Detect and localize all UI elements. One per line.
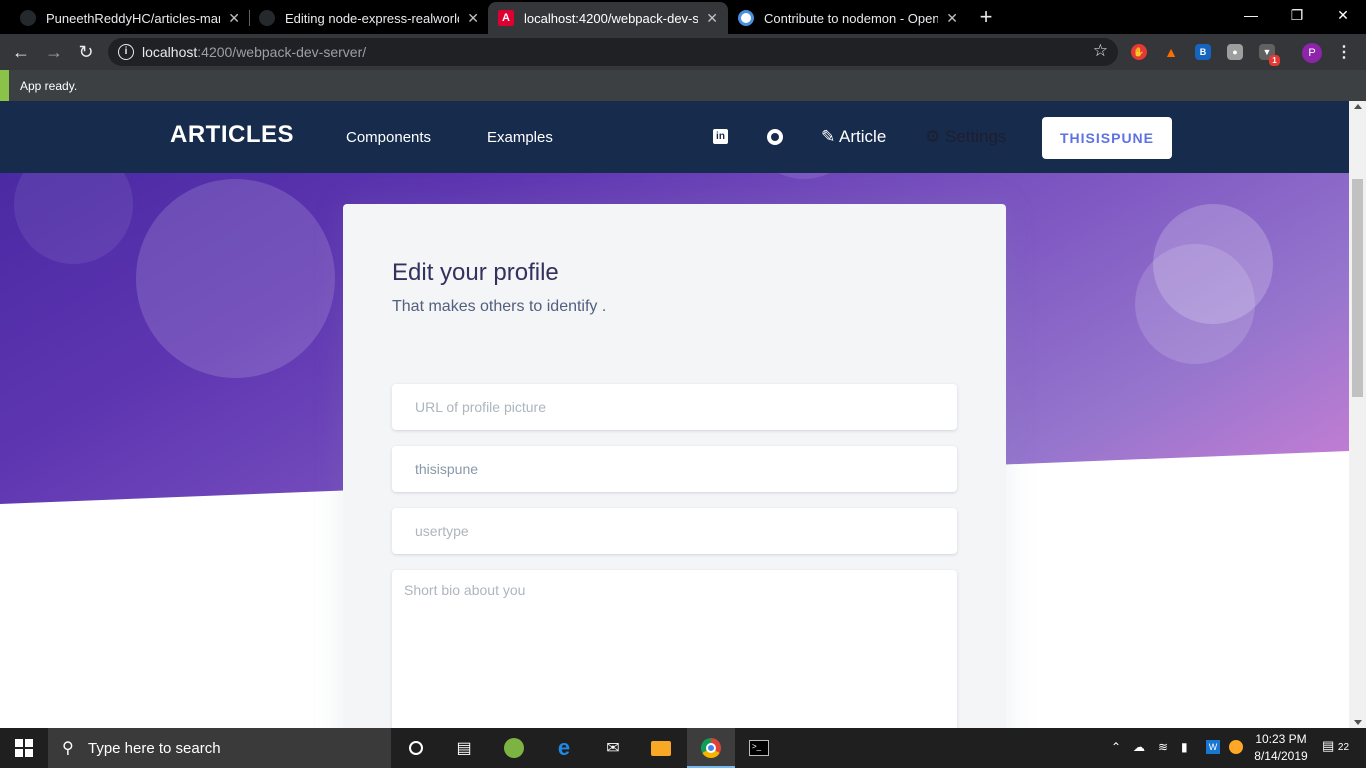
info-icon[interactable]: i: [118, 44, 134, 60]
cloud-extension-icon[interactable]: ▲: [1163, 44, 1179, 60]
browser-tab[interactable]: PuneethReddyHC/articles-manag ✕: [10, 2, 250, 34]
chrome-menu-icon[interactable]: ⋮: [1336, 42, 1352, 62]
edit-icon: ✎: [821, 127, 836, 146]
decor-circle: [1135, 244, 1255, 364]
tab-title: Contribute to nodemon - Open C: [764, 10, 939, 26]
clock-date: 8/14/2019: [1254, 749, 1308, 763]
restore-button[interactable]: ❐: [1274, 0, 1320, 30]
github-icon[interactable]: [767, 129, 783, 145]
new-tab-button[interactable]: +: [974, 6, 998, 30]
tab-title: localhost:4200/webpack-dev-serv: [524, 10, 699, 26]
infobar-accent: [0, 70, 9, 101]
window-close-button[interactable]: ✕: [1320, 0, 1366, 30]
windows-taskbar: ⚲ Type here to search ▤ e ✉ >_ ⌃ ☁ ≋ ▮ W…: [0, 728, 1366, 768]
notification-count: 22: [1337, 742, 1350, 753]
battery-icon[interactable]: ▮: [1181, 740, 1188, 754]
notification-center-button[interactable]: ▤ 22: [1322, 738, 1349, 754]
site-navbar: ARTICLES Components Examples in ✎ Articl…: [0, 101, 1349, 173]
nav-link-examples[interactable]: Examples: [487, 129, 553, 146]
infobar: App ready.: [0, 70, 1366, 101]
nav-settings-label: Settings: [944, 127, 1007, 146]
gear-icon: ⚙: [925, 127, 941, 146]
close-icon[interactable]: ✕: [946, 10, 958, 27]
tab-title: PuneethReddyHC/articles-manag: [46, 10, 220, 26]
address-bar[interactable]: i localhost:4200/webpack-dev-server/ ☆: [108, 38, 1118, 66]
forward-button[interactable]: →: [42, 40, 66, 64]
decor-circle: [136, 179, 335, 378]
extension-icon[interactable]: B: [1195, 44, 1211, 60]
clock-time: 10:23 PM: [1255, 732, 1307, 746]
scrollbar-thumb[interactable]: [1352, 179, 1363, 397]
edit-profile-card: Edit your profile That makes others to i…: [343, 204, 1006, 728]
nav-link-components[interactable]: Components: [346, 129, 431, 146]
page-viewport: ARTICLES Components Examples in ✎ Articl…: [0, 101, 1349, 728]
browser-tab[interactable]: Contribute to nodemon - Open C ✕: [728, 2, 968, 34]
usertype-input[interactable]: [392, 508, 957, 554]
page-scrollbar[interactable]: [1349, 101, 1366, 728]
tab-title: Editing node-express-realworld-e: [285, 10, 460, 26]
cortana-icon[interactable]: [402, 734, 430, 762]
taskbar-clock[interactable]: 10:23 PM 8/14/2019: [1246, 731, 1316, 765]
weather-icon[interactable]: [1229, 740, 1243, 754]
nav-settings-link[interactable]: ⚙ Settings: [925, 127, 1006, 147]
back-button[interactable]: ←: [9, 40, 33, 64]
github-icon: [20, 10, 36, 26]
bio-textarea[interactable]: [392, 570, 957, 728]
username-input[interactable]: [392, 446, 957, 492]
browser-tab-strip: PuneethReddyHC/articles-manag ✕ Editing …: [0, 0, 1366, 34]
show-hidden-icons-icon[interactable]: ⌃: [1111, 740, 1121, 754]
wifi-icon[interactable]: ≋: [1158, 740, 1168, 754]
adblock-extension-icon[interactable]: ✋: [1131, 44, 1147, 60]
edge-icon[interactable]: e: [550, 734, 578, 762]
bookmark-star-icon[interactable]: ☆: [1093, 41, 1108, 61]
chrome-icon[interactable]: [697, 734, 725, 762]
user-profile-button[interactable]: THISISPUNE: [1042, 117, 1172, 159]
extension-badge: 1: [1269, 55, 1280, 66]
bulb-extension-icon[interactable]: ●: [1227, 44, 1243, 60]
url-text: localhost:4200/webpack-dev-server/: [142, 44, 367, 60]
close-icon[interactable]: ✕: [228, 10, 240, 27]
taskbar-search-placeholder: Type here to search: [88, 740, 221, 757]
profile-avatar[interactable]: P: [1302, 43, 1322, 63]
nav-article-label: Article: [839, 127, 887, 146]
task-view-icon[interactable]: ▤: [450, 734, 478, 762]
linkedin-icon[interactable]: in: [713, 129, 728, 144]
mail-icon[interactable]: ✉: [599, 734, 627, 762]
infobar-message: App ready.: [20, 79, 78, 93]
minimize-button[interactable]: —: [1228, 0, 1274, 30]
page-subtitle: That makes others to identify .: [392, 298, 607, 315]
page-title: Edit your profile: [392, 259, 559, 286]
brand-logo[interactable]: ARTICLES: [170, 121, 294, 149]
close-icon[interactable]: ✕: [467, 10, 479, 27]
profile-picture-url-input[interactable]: [392, 384, 957, 430]
github-icon: [259, 10, 275, 26]
reload-button[interactable]: ↻: [74, 40, 98, 64]
file-explorer-icon[interactable]: [647, 734, 675, 762]
browser-tab-active[interactable]: A localhost:4200/webpack-dev-serv ✕: [488, 2, 728, 34]
nav-article-link[interactable]: ✎ Article: [821, 127, 886, 147]
notification-icon: ▤: [1322, 738, 1335, 753]
onedrive-icon[interactable]: ☁: [1133, 740, 1145, 754]
browser-tab[interactable]: Editing node-express-realworld-e ✕: [249, 2, 489, 34]
terminal-icon[interactable]: >_: [745, 734, 773, 762]
windows-logo-icon: [15, 739, 33, 757]
opencollective-icon: [738, 10, 754, 26]
scroll-up-arrow[interactable]: [1354, 104, 1362, 109]
taskbar-search-box[interactable]: ⚲ Type here to search: [48, 728, 391, 768]
close-icon[interactable]: ✕: [706, 10, 718, 27]
word-tray-icon[interactable]: W: [1206, 740, 1220, 754]
angular-icon: A: [498, 10, 514, 26]
search-icon: ⚲: [62, 740, 74, 757]
browser-toolbar: ← → ↻ i localhost:4200/webpack-dev-serve…: [0, 34, 1366, 70]
windows-start-button[interactable]: [0, 728, 48, 768]
scroll-down-arrow[interactable]: [1354, 720, 1362, 725]
android-studio-icon[interactable]: [500, 734, 528, 762]
